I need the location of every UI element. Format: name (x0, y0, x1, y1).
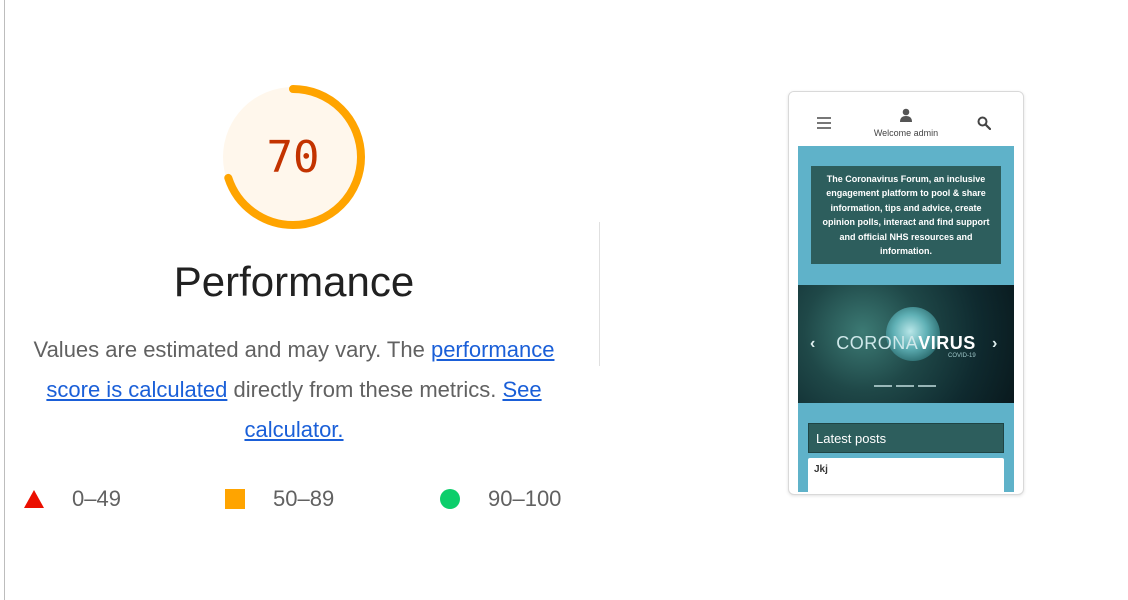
hamburger-menu-icon (817, 117, 831, 132)
square-icon (225, 489, 245, 509)
legend-range-average: 50–89 (273, 486, 335, 511)
score-description: Values are estimated and may vary. The p… (20, 330, 568, 450)
intro-panel: The Coronavirus Forum, an inclusive enga… (811, 166, 1001, 264)
final-screenshot-thumbnail[interactable]: Welcome admin The Coronavirus Forum, an … (788, 91, 1024, 495)
performance-gauge: 70 (218, 82, 368, 232)
panel-left-border (4, 0, 5, 600)
legend-range-fail: 0–49 (72, 486, 121, 511)
post-title: Jkj (814, 464, 828, 475)
legend-range-pass: 90–100 (488, 486, 562, 511)
gauge-score: 70 (266, 131, 320, 183)
legend-item-pass: 90–100 (440, 484, 561, 514)
description-text-2: directly from these metrics. (227, 377, 503, 402)
circle-icon (440, 489, 460, 509)
description-text-1: Values are estimated and may vary. The (33, 337, 431, 362)
banner-title: CORONAVIRUS (798, 333, 1014, 354)
site-header: Welcome admin (789, 92, 1023, 144)
legend-item-average: 50–89 (225, 484, 334, 514)
search-icon (977, 116, 991, 130)
latest-posts-header: Latest posts (808, 423, 1004, 453)
welcome-text: Welcome admin (873, 128, 939, 138)
user-icon (900, 108, 912, 122)
section-divider (599, 222, 600, 366)
triangle-icon (24, 490, 44, 508)
carousel-indicators (874, 385, 938, 388)
chevron-right-icon: › (992, 335, 998, 352)
legend-item-fail: 0–49 (24, 484, 121, 514)
coronavirus-banner: CORONAVIRUS COVID-19 ‹ › (798, 285, 1014, 403)
score-legend: 0–49 50–89 90–100 (22, 484, 582, 514)
banner-subtitle: COVID-19 (948, 353, 976, 359)
banner-title-bold: VIRUS (918, 333, 976, 353)
post-card: Jkj (808, 458, 1004, 492)
gauge-title: Performance (173, 258, 415, 305)
chevron-left-icon: ‹ (810, 335, 816, 352)
site-body: The Coronavirus Forum, an inclusive enga… (798, 146, 1014, 492)
banner-title-light: CORONA (836, 333, 919, 353)
